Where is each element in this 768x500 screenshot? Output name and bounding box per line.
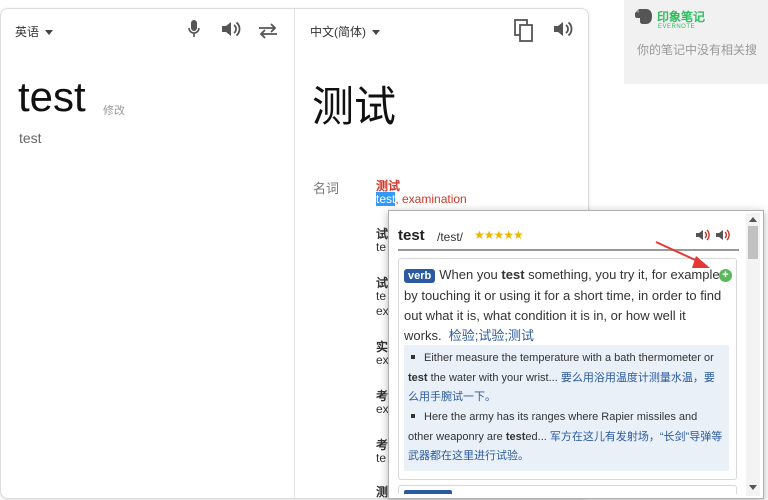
add-to-wordbook-icon[interactable]: + xyxy=(719,269,732,282)
chevron-down-icon xyxy=(45,30,54,36)
microphone-icon[interactable] xyxy=(187,19,201,39)
pane-divider xyxy=(294,9,295,498)
speaker-icon[interactable] xyxy=(552,20,574,38)
translated-text: 测试 xyxy=(312,82,397,131)
pos-badge xyxy=(404,490,452,494)
next-definition-entry xyxy=(398,485,737,494)
source-text[interactable]: test xyxy=(18,73,86,121)
evernote-panel: 印象笔记 EVERNOTE 你的笔记中没有相关搜 xyxy=(624,0,768,84)
source-language-label: 英语 xyxy=(15,25,40,39)
example-item: Here the army has its ranges where Rapie… xyxy=(408,408,724,467)
popup-headword: test xyxy=(398,227,425,244)
examples-box: Either measure the temperature with a ba… xyxy=(404,345,729,471)
evernote-subtitle: EVERNOTE xyxy=(658,24,696,30)
source-language-select[interactable]: 英语 xyxy=(15,23,54,40)
source-transliteration: test xyxy=(19,130,42,146)
definition-chinese: 检验;试验;测试 xyxy=(448,328,535,343)
example-keyword: test xyxy=(505,430,526,443)
edit-link[interactable]: 修改 xyxy=(103,102,125,118)
definition-keyword: test xyxy=(501,267,525,282)
example-text: ed... xyxy=(525,430,547,443)
speaker-icon[interactable] xyxy=(220,20,242,38)
bullet-icon xyxy=(411,414,415,419)
target-language-label: 中文(简体) xyxy=(310,25,366,39)
definition-part: When you xyxy=(439,267,502,282)
popup-scrollbar[interactable] xyxy=(746,213,760,496)
popup-phonetic: /test/ xyxy=(437,230,464,244)
scroll-up-arrow-icon[interactable] xyxy=(749,217,757,222)
evernote-elephant-icon xyxy=(635,9,652,24)
definition-entry: verb When you test something, you try it,… xyxy=(398,258,737,480)
definition-text: verb When you test something, you try it,… xyxy=(404,265,724,346)
scroll-thumb[interactable] xyxy=(748,226,758,259)
dictionary-synonyms: test, examination xyxy=(376,192,467,206)
bullet-icon xyxy=(411,355,415,360)
swap-languages-icon[interactable] xyxy=(257,23,279,39)
speaker-us-icon[interactable] xyxy=(715,229,731,241)
target-language-select[interactable]: 中文(简体) xyxy=(310,23,380,40)
annotation-arrow-icon xyxy=(655,241,710,268)
synonyms-rest[interactable]: , examination xyxy=(395,192,466,206)
copy-icon[interactable] xyxy=(513,19,535,43)
example-text: Either measure the temperature with a ba… xyxy=(424,352,714,364)
pos-badge: verb xyxy=(404,269,436,283)
selected-word[interactable]: test xyxy=(376,192,396,206)
evernote-title: 印象笔记 xyxy=(657,10,706,24)
scroll-down-arrow-icon[interactable] xyxy=(749,485,757,490)
example-text: the water with your wrist... xyxy=(427,371,558,384)
evernote-empty-message: 你的笔记中没有相关搜 xyxy=(637,43,758,57)
example-keyword: test xyxy=(408,371,428,384)
example-item: Either measure the temperature with a ba… xyxy=(408,349,724,408)
chevron-down-icon xyxy=(372,30,380,36)
frequency-stars: ★★★★★ xyxy=(474,228,524,242)
part-of-speech-label: 名词 xyxy=(313,181,340,196)
